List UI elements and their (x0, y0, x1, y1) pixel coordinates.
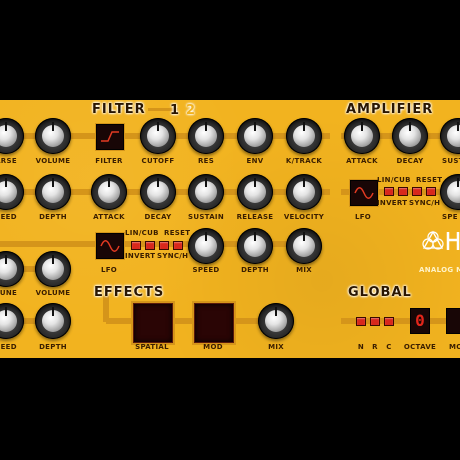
amp-lfo-reset-label: RESET (416, 176, 443, 184)
filter-mix-label: MIX (296, 266, 312, 274)
global-r-led[interactable] (370, 317, 380, 326)
global-title: GLOBAL (348, 285, 412, 300)
analog-logo-text: ANALOG M (419, 266, 460, 274)
osc-depth-knob[interactable] (35, 174, 71, 210)
filter-res-label: RES (197, 157, 215, 165)
amp-lfo-invert-led[interactable] (398, 187, 408, 196)
osc-speed-label: PEED (0, 213, 17, 221)
filter-page-2[interactable]: 2 (186, 103, 196, 118)
filter-ktrack-knob[interactable] (286, 118, 322, 154)
mode-label: MO (449, 343, 460, 351)
filter-attack-label: ATTACK (93, 213, 125, 221)
filter-decay-label: DECAY (144, 213, 172, 221)
spatial-effect-slot[interactable] (133, 303, 173, 343)
osc2-speed-knob[interactable] (0, 303, 24, 339)
analog-logo (420, 228, 460, 262)
filter-page-1[interactable]: 1 (170, 103, 180, 118)
sine-wave-icon (100, 240, 120, 252)
osc-coarse-knob[interactable] (0, 118, 24, 154)
filter-lfo-invert-label: INVERT (125, 252, 156, 260)
filter-release-label: RELEASE (236, 213, 274, 221)
filter-lfo-sync-led[interactable] (159, 241, 169, 250)
amp-lfo-sync-label: SYNC/H (409, 199, 441, 207)
filter-lfo-lincub-label: LIN/CUB (125, 229, 159, 237)
amp-lfo-lincub-led[interactable] (384, 187, 394, 196)
filter-attack-knob[interactable] (91, 174, 127, 210)
filter-type-display[interactable] (96, 124, 124, 150)
filter-res-knob[interactable] (188, 118, 224, 154)
osc-depth-label: DEPTH (39, 213, 67, 221)
amp-lfo-shape-display[interactable] (350, 180, 378, 206)
osc-volume-label: VOLUME (35, 157, 71, 165)
osc-tune-label: TUNE (0, 289, 18, 297)
filter-lfo-speed-label: SPEED (192, 266, 220, 274)
filter-mix-knob[interactable] (286, 228, 322, 264)
filter-lfo-label: LFO (100, 266, 118, 274)
filter-velocity-knob[interactable] (286, 174, 322, 210)
effects-title: EFFECTS (94, 285, 165, 300)
effects-mix-label: MIX (268, 343, 284, 351)
osc2-depth-label: DEPTH (39, 343, 67, 351)
amp-sustain-knob[interactable] (440, 118, 460, 154)
amp-lfo-speed-label: SPE (442, 213, 458, 221)
filter-ktrack-label: K/TRACK (285, 157, 323, 165)
amp-lfo-label: LFO (354, 213, 372, 221)
amp-lfo-sync-led[interactable] (412, 187, 422, 196)
filter-type-label: FILTER (95, 157, 123, 165)
filter-env-knob[interactable] (237, 118, 273, 154)
osc-volume-knob[interactable] (35, 118, 71, 154)
global-n-led[interactable] (356, 317, 366, 326)
filter-lfo-shape-display[interactable] (96, 233, 124, 259)
filter-sustain-label: SUSTAIN (188, 213, 224, 221)
amp-sustain-label: SUST (442, 157, 460, 165)
global-c-label: C (386, 343, 392, 351)
mod-label: MOD (203, 343, 223, 351)
filter-lfo-sync-label: SYNC/H (157, 252, 189, 260)
filter-lfo-reset-label: RESET (164, 229, 191, 237)
amp-decay-knob[interactable] (392, 118, 428, 154)
filter-cutoff-knob[interactable] (140, 118, 176, 154)
amp-lfo-reset-led[interactable] (426, 187, 436, 196)
sine-wave-icon (354, 187, 374, 199)
filter-velocity-label: VELOCITY (283, 213, 325, 221)
filter-lfo-depth-knob[interactable] (237, 228, 273, 264)
filter-release-knob[interactable] (237, 174, 273, 210)
triquetra-logo-icon (422, 230, 460, 250)
mode-display[interactable] (446, 308, 460, 334)
octave-display[interactable]: 0 (410, 308, 430, 334)
osc2-volume-label: VOLUME (35, 289, 71, 297)
amplifier-title: AMPLIFIER (346, 102, 434, 117)
osc2-volume-knob[interactable] (35, 251, 71, 287)
osc2-speed-label: PEED (0, 343, 17, 351)
amp-lfo-speed-knob[interactable] (440, 174, 460, 210)
filter-decay-knob[interactable] (140, 174, 176, 210)
amp-lfo-lincub-label: LIN/CUB (377, 176, 411, 184)
filter-lfo-reset-led[interactable] (173, 241, 183, 250)
effects-mix-knob[interactable] (258, 303, 294, 339)
amp-attack-label: ATTACK (346, 157, 378, 165)
global-n-label: N (357, 343, 365, 351)
filter-title: FILTER (92, 102, 146, 117)
spatial-label: SPATIAL (135, 343, 169, 351)
filter-sustain-knob[interactable] (188, 174, 224, 210)
filter-lfo-lincub-led[interactable] (131, 241, 141, 250)
filter-lfo-invert-led[interactable] (145, 241, 155, 250)
osc2-depth-knob[interactable] (35, 303, 71, 339)
amp-attack-knob[interactable] (344, 118, 380, 154)
mod-effect-slot[interactable] (194, 303, 234, 343)
filter-cutoff-label: CUTOFF (141, 157, 175, 165)
filter-lfo-depth-label: DEPTH (241, 266, 269, 274)
filter-env-label: ENV (246, 157, 264, 165)
global-c-led[interactable] (384, 317, 394, 326)
amp-decay-label: DECAY (396, 157, 424, 165)
osc-coarse-label: ARSE (0, 157, 17, 165)
synth-panel: FILTER 1 2 AMPLIFIER EFFECTS GLOBAL ARSE… (0, 100, 460, 358)
global-r-label: R (372, 343, 378, 351)
lowpass-wave-icon (101, 131, 119, 142)
amp-lfo-invert-label: INVERT (377, 199, 408, 207)
filter-lfo-speed-knob[interactable] (188, 228, 224, 264)
osc-speed-knob[interactable] (0, 174, 24, 210)
osc-tune-knob[interactable] (0, 251, 24, 287)
octave-label: OCTAVE (403, 343, 437, 351)
